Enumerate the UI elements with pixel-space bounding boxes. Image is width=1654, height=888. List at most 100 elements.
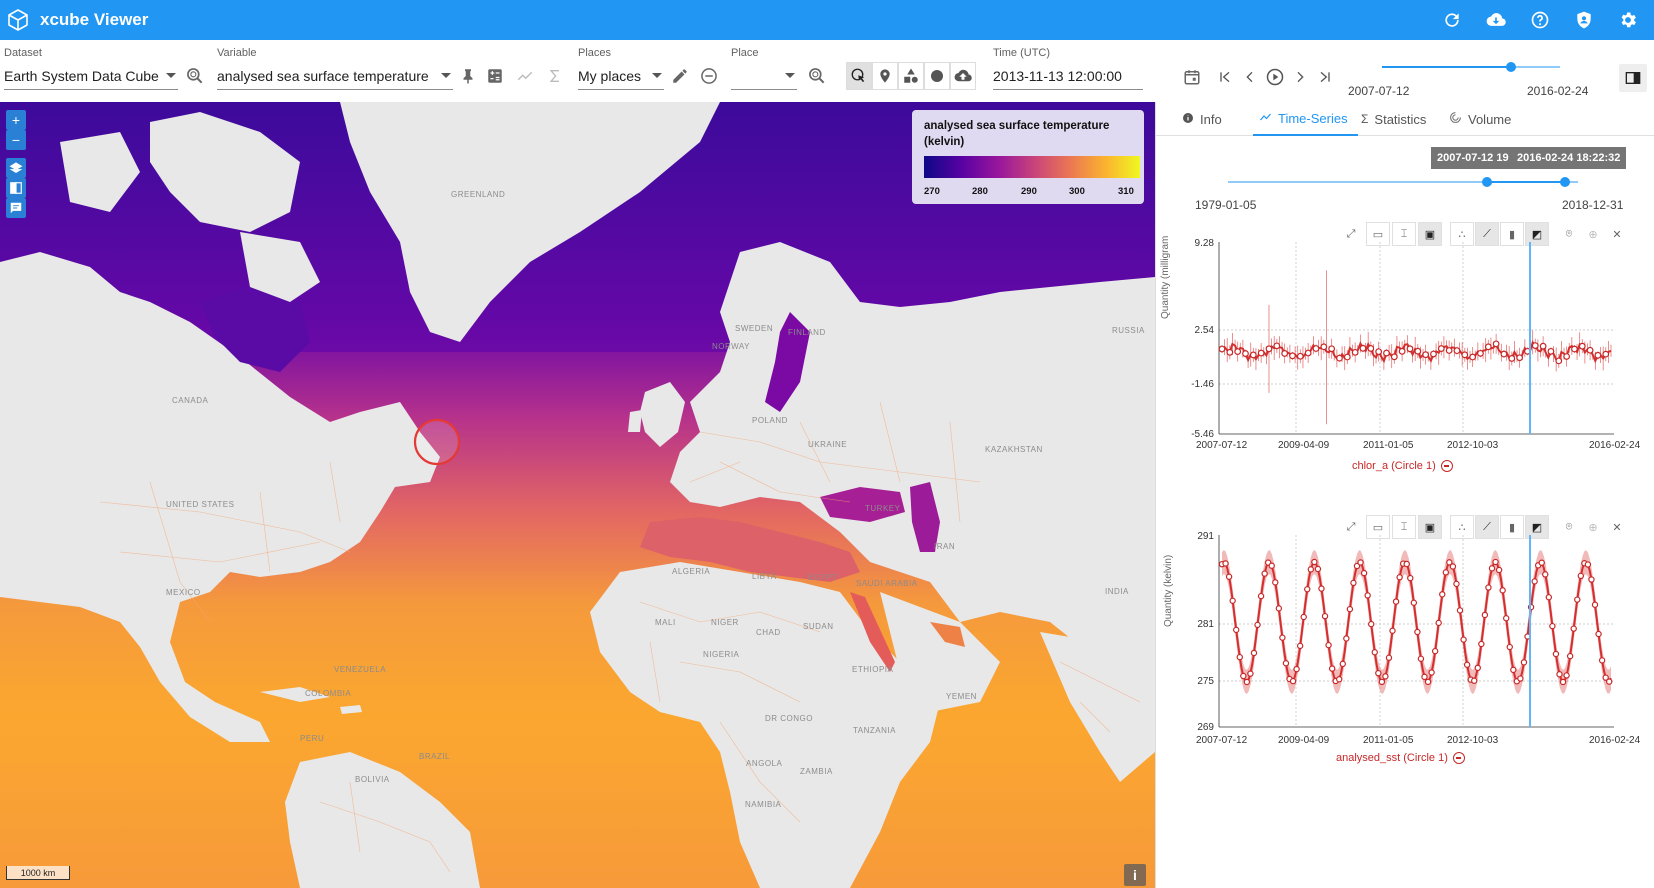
legend-tick: 300 <box>1069 186 1085 197</box>
chart1-point <box>1336 354 1343 362</box>
zoom-in-icon[interactable]: + <box>6 110 26 130</box>
time-slider-thumb[interactable] <box>1506 62 1516 72</box>
chart2-point <box>1336 676 1343 683</box>
chart2-point <box>1570 625 1577 632</box>
cloud-upload-icon[interactable] <box>950 62 976 90</box>
places-select[interactable]: My places <box>578 62 664 90</box>
chevron-down-icon <box>652 73 662 78</box>
chart2-point <box>1439 591 1446 598</box>
chart2-point <box>1588 576 1595 583</box>
dataset-select-value: Earth System Data Cube <box>4 67 159 84</box>
zoom-out-icon[interactable]: − <box>6 130 26 150</box>
variable-select[interactable]: analysed sea surface temperature <box>217 62 453 90</box>
chart1-ytick: -1.46 <box>1191 379 1214 390</box>
place-select[interactable] <box>731 62 797 90</box>
tab-time-series[interactable]: Time-Series <box>1253 102 1358 136</box>
chart1-point <box>1265 345 1273 353</box>
chart2-point <box>1314 565 1322 573</box>
dataset-select[interactable]: Earth System Data Cube <box>4 62 178 90</box>
chart1-plot[interactable]: Quantity (milligram m-3) 9.28 2.54 -1.46… <box>1156 234 1654 464</box>
chart2-xtick: 2016-02-24 <box>1589 735 1641 746</box>
calendar-icon[interactable] <box>1180 65 1204 89</box>
chart2-point <box>1453 580 1460 588</box>
chart1-point <box>1508 355 1516 362</box>
cloud-download-icon[interactable] <box>1478 2 1514 38</box>
sigma-icon[interactable] <box>543 64 567 88</box>
map-label-bolivia: BOLIVIA <box>355 775 390 784</box>
chart2-point <box>1233 626 1240 634</box>
chart1-ytick: -5.46 <box>1191 429 1214 440</box>
pin-icon[interactable] <box>456 64 480 88</box>
range-slider-fill <box>1487 181 1565 183</box>
chart2-point <box>1240 672 1247 680</box>
tab-statistics[interactable]: Σ Statistics <box>1361 102 1426 136</box>
chart1-grid <box>1219 242 1614 434</box>
panel-tabs: Info Time-Series Σ Statistics Volume <box>1156 102 1654 136</box>
refresh-icon[interactable] <box>1434 2 1470 38</box>
settings-gear-icon[interactable] <box>1610 2 1646 38</box>
chart2-point <box>1545 594 1553 601</box>
chart1-point <box>1281 350 1289 357</box>
circle-shape-icon[interactable] <box>924 62 950 90</box>
map-label-egypt: EGYPT <box>808 573 838 582</box>
help-icon[interactable] <box>1522 2 1558 38</box>
chart2-point <box>1325 641 1332 649</box>
range-slider-end-thumb[interactable] <box>1560 177 1570 187</box>
shield-user-icon[interactable] <box>1566 2 1602 38</box>
first-step-icon[interactable] <box>1213 65 1237 89</box>
sidebar-toggle-icon[interactable] <box>1619 64 1647 92</box>
split-view-icon[interactable] <box>6 178 26 198</box>
chart1-point <box>1359 344 1367 352</box>
tab-info[interactable]: Info <box>1182 102 1222 136</box>
chart1-point <box>1296 352 1304 360</box>
place-zoom-icon[interactable] <box>805 64 829 88</box>
chart2-point <box>1577 572 1585 580</box>
map-view[interactable]: GREENLAND CANADA UNITED STATES MEXICO VE… <box>0 102 1155 888</box>
polygon-shapes-icon[interactable] <box>898 62 924 90</box>
chart1-point <box>1531 342 1539 350</box>
select-tool-icon[interactable] <box>846 62 872 90</box>
map-label-yemen: YEMEN <box>946 692 977 701</box>
chart2-point <box>1229 597 1236 604</box>
time-label: Time (UTC) <box>993 47 1051 59</box>
chart2-point <box>1595 630 1602 638</box>
comment-icon[interactable] <box>6 198 26 218</box>
edit-pencil-icon[interactable] <box>668 64 692 88</box>
time-input[interactable]: 2013-11-13 12:00:00 <box>993 62 1143 90</box>
map-label-norway: NORWAY <box>712 342 750 351</box>
time-slider-fill <box>1382 66 1512 68</box>
chart1-point <box>1539 342 1547 350</box>
dataset-zoom-icon[interactable] <box>183 64 207 88</box>
last-step-icon[interactable] <box>1313 65 1337 89</box>
previous-step-icon[interactable] <box>1238 65 1262 89</box>
next-step-icon[interactable] <box>1288 65 1312 89</box>
layers-icon[interactable] <box>6 158 26 178</box>
app-title: xcube Viewer <box>40 10 149 29</box>
play-icon[interactable] <box>1263 65 1287 89</box>
map-label-chad: CHAD <box>756 628 781 637</box>
remove-circle-icon[interactable] <box>1440 460 1453 472</box>
range-slider-start-thumb[interactable] <box>1482 177 1492 187</box>
tab-volume[interactable]: Volume <box>1449 102 1511 136</box>
legend-tick: 270 <box>924 186 940 197</box>
chart1-point <box>1414 347 1422 355</box>
chart2-point <box>1510 666 1517 674</box>
chart1-point <box>1547 347 1555 355</box>
map-label-ethiopia: ETHIOPIA <box>852 665 894 674</box>
timeseries-add-icon[interactable] <box>513 64 537 88</box>
chart1-ytick: 9.28 <box>1195 238 1215 249</box>
chart2-point <box>1389 627 1396 634</box>
remove-circle-icon[interactable] <box>1452 752 1465 764</box>
chart1-point <box>1320 343 1328 351</box>
chart2-point <box>1318 585 1325 592</box>
remove-circle-icon[interactable] <box>697 64 721 88</box>
chart2-point <box>1307 566 1315 573</box>
attribution-info-icon[interactable]: i <box>1124 864 1146 886</box>
chart2-plot[interactable]: Quantity (kelvin) 291 281 275 269 2007-0… <box>1156 527 1654 757</box>
point-marker-icon[interactable] <box>872 62 898 90</box>
chart2-point <box>1542 571 1549 578</box>
calculator-icon[interactable] <box>483 64 507 88</box>
range-tooltip-end: 2016-02-24 18:22:32 <box>1511 147 1627 169</box>
cube-logo-icon <box>8 9 28 31</box>
chart2-point <box>1481 611 1489 619</box>
